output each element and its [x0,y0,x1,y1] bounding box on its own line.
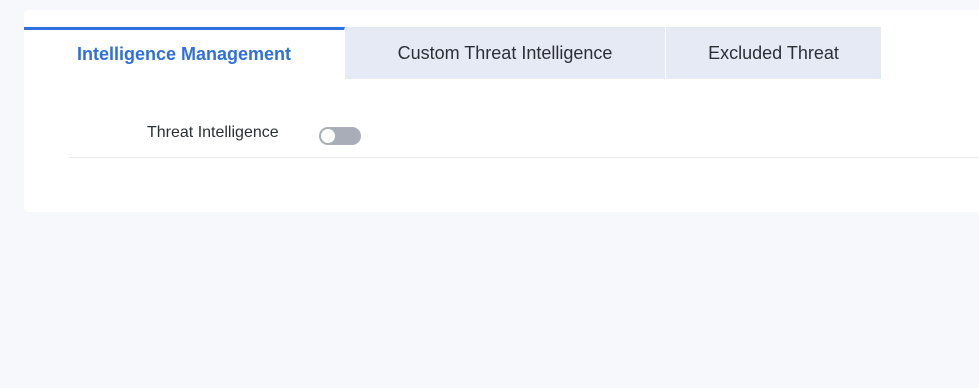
tab-label: Excluded Threat [708,42,839,63]
tab-label: Custom Threat Intelligence [397,42,613,63]
tab-label: Intelligence Management [76,44,292,64]
toggle-knob [321,129,335,143]
page: Intelligence Management Custom Threat In… [0,0,979,388]
threat-intelligence-label: Threat Intelligence [147,124,279,141]
tab-custom-threat-intelligence[interactable]: Custom Threat Intelligence [345,27,666,79]
threat-intelligence-toggle[interactable] [319,127,361,145]
settings-panel: Intelligence Management Custom Threat In… [24,10,979,212]
tab-excluded-threat[interactable]: Excluded Threat [666,27,882,79]
tab-bar: Intelligence Management Custom Threat In… [24,27,882,79]
threat-intelligence-row: Threat Intelligence [69,108,979,158]
tab-intelligence-management[interactable]: Intelligence Management [24,27,345,79]
